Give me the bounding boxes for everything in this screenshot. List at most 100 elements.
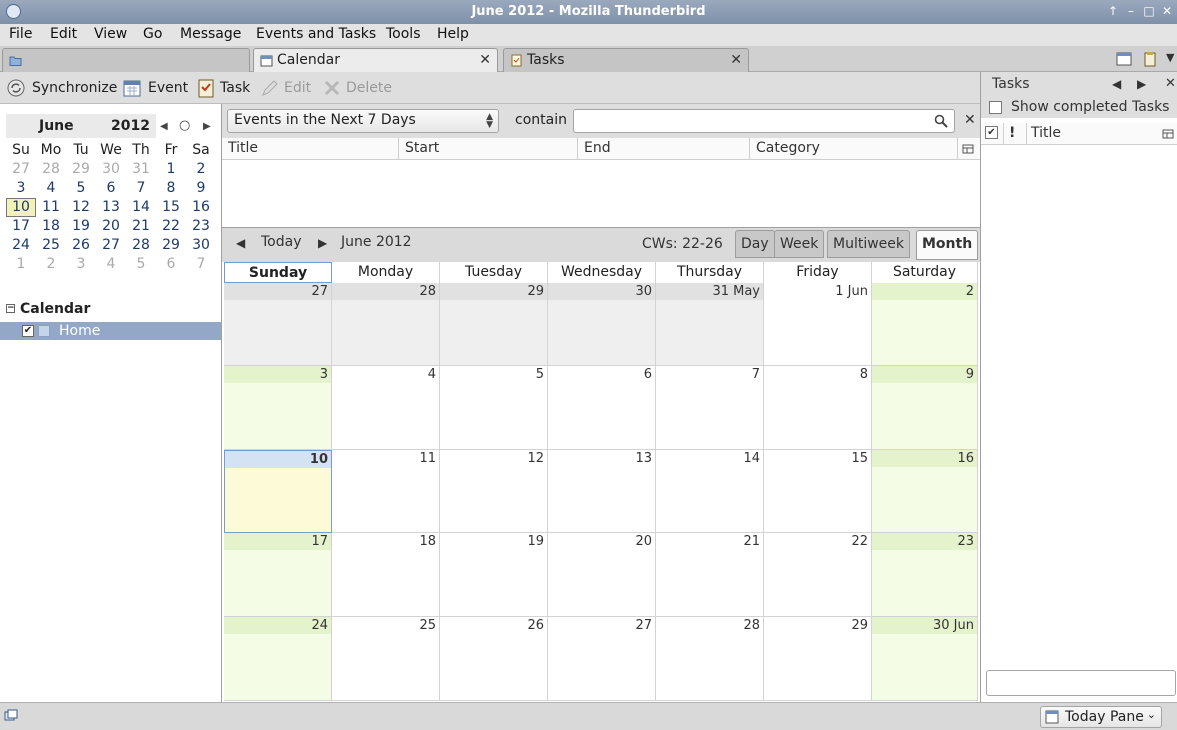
mini-month-day[interactable]: 24 bbox=[6, 236, 36, 255]
mini-month-day[interactable]: 4 bbox=[96, 255, 126, 274]
day-cell[interactable]: 9 bbox=[872, 366, 978, 450]
day-number[interactable]: 28 bbox=[419, 284, 436, 299]
calendar-item-home[interactable]: ✔ Home bbox=[0, 322, 221, 340]
mini-month-day[interactable]: 28 bbox=[126, 236, 156, 255]
day-number[interactable]: 4 bbox=[428, 367, 436, 382]
day-number[interactable]: 21 bbox=[743, 534, 760, 549]
day-number[interactable]: 15 bbox=[851, 451, 868, 466]
mini-month-day[interactable]: 22 bbox=[156, 217, 186, 236]
day-cell[interactable]: 27 bbox=[224, 283, 332, 366]
day-cell[interactable]: 19 bbox=[440, 533, 548, 617]
mini-month-day[interactable]: 7 bbox=[126, 179, 156, 198]
mini-month-day[interactable]: 5 bbox=[66, 179, 96, 198]
menu-help[interactable]: Help bbox=[437, 26, 469, 42]
day-cell[interactable]: 29 bbox=[764, 617, 872, 701]
column-title[interactable]: Title bbox=[228, 140, 258, 156]
menu-go[interactable]: Go bbox=[143, 26, 162, 42]
day-cell-today[interactable]: 10 bbox=[224, 450, 332, 533]
view-tab-multiweek[interactable]: Multiweek bbox=[827, 230, 911, 258]
calendar-layout-icon[interactable] bbox=[1116, 51, 1132, 67]
mini-month-day[interactable]: 2 bbox=[36, 255, 66, 274]
completed-column-checkbox[interactable]: ✔ bbox=[985, 126, 998, 139]
day-cell[interactable]: 12 bbox=[440, 450, 548, 533]
day-cell[interactable]: 16 bbox=[872, 450, 978, 533]
day-number[interactable]: 24 bbox=[311, 618, 328, 633]
day-number[interactable]: 6 bbox=[644, 367, 652, 382]
mini-month-day[interactable]: 27 bbox=[6, 160, 36, 179]
mini-month-day[interactable]: 30 bbox=[96, 160, 126, 179]
day-cell[interactable]: 28 bbox=[332, 283, 440, 366]
column-category[interactable]: Category bbox=[756, 140, 820, 156]
mini-month-next-icon[interactable]: ▶ bbox=[203, 121, 211, 132]
synchronize-button[interactable]: Synchronize bbox=[6, 78, 117, 100]
mini-month-day[interactable]: 4 bbox=[36, 179, 66, 198]
day-cell[interactable]: 2 bbox=[872, 283, 978, 366]
day-number[interactable]: 1 Jun bbox=[835, 284, 868, 299]
collapse-icon[interactable]: − bbox=[6, 304, 15, 313]
day-number[interactable]: 10 bbox=[310, 452, 328, 467]
column-start[interactable]: Start bbox=[405, 140, 439, 156]
close-window-button[interactable]: ✕ bbox=[1159, 3, 1175, 19]
day-cell[interactable]: 15 bbox=[764, 450, 872, 533]
mini-month-day[interactable]: 21 bbox=[126, 217, 156, 236]
tab-tasks[interactable]: Tasks ✕ bbox=[503, 48, 749, 72]
mini-month-day[interactable]: 3 bbox=[6, 179, 36, 198]
day-cell[interactable]: 22 bbox=[764, 533, 872, 617]
day-number[interactable]: 27 bbox=[635, 618, 652, 633]
day-number[interactable]: 31 May bbox=[712, 284, 760, 299]
mini-month-day[interactable]: 17 bbox=[6, 217, 36, 236]
day-number[interactable]: 7 bbox=[752, 367, 760, 382]
close-tasks-pane-icon[interactable]: ✕ bbox=[1165, 76, 1176, 91]
mini-month-day[interactable]: 30 bbox=[186, 236, 216, 255]
tab-calendar[interactable]: Calendar ✕ bbox=[253, 48, 498, 73]
task-clipboard-icon[interactable] bbox=[1142, 51, 1158, 67]
column-end[interactable]: End bbox=[584, 140, 611, 156]
day-cell[interactable]: 29 bbox=[440, 283, 548, 366]
mini-month-day[interactable]: 6 bbox=[156, 255, 186, 274]
day-cell[interactable]: 30 bbox=[548, 283, 656, 366]
event-filter-select[interactable]: Events in the Next 7 Days ▲ ▼ bbox=[227, 109, 499, 133]
next-period-icon[interactable]: ▶ bbox=[318, 236, 327, 250]
mini-month-day[interactable]: 28 bbox=[36, 160, 66, 179]
day-number[interactable]: 5 bbox=[536, 367, 544, 382]
day-number[interactable]: 13 bbox=[635, 451, 652, 466]
day-cell[interactable]: 8 bbox=[764, 366, 872, 450]
mini-month-day[interactable]: 3 bbox=[66, 255, 96, 274]
day-cell[interactable]: 28 bbox=[656, 617, 764, 701]
mini-month-day[interactable]: 31 bbox=[126, 160, 156, 179]
mini-month-today-icon[interactable]: ○ bbox=[179, 118, 190, 133]
tab-list-chevron-down-icon[interactable]: ▼ bbox=[1166, 51, 1174, 64]
task-title-column[interactable]: Title bbox=[1031, 125, 1061, 141]
menu-tools[interactable]: Tools bbox=[386, 26, 421, 42]
event-list[interactable] bbox=[222, 160, 980, 228]
day-cell[interactable]: 13 bbox=[548, 450, 656, 533]
day-number[interactable]: 29 bbox=[851, 618, 868, 633]
mini-month-day[interactable]: 18 bbox=[36, 217, 66, 236]
mini-month-day-today[interactable]: 10 bbox=[6, 198, 36, 217]
mini-month-day[interactable]: 8 bbox=[156, 179, 186, 198]
day-cell[interactable]: 27 bbox=[548, 617, 656, 701]
menu-message[interactable]: Message bbox=[180, 26, 241, 42]
mini-month-prev-icon[interactable]: ◀ bbox=[160, 121, 168, 132]
day-number[interactable]: 9 bbox=[966, 367, 974, 382]
day-number[interactable]: 20 bbox=[635, 534, 652, 549]
new-event-button[interactable]: Event bbox=[122, 78, 188, 100]
day-cell[interactable]: 20 bbox=[548, 533, 656, 617]
mini-month-day[interactable]: 19 bbox=[66, 217, 96, 236]
mini-month-day[interactable]: 1 bbox=[156, 160, 186, 179]
day-cell[interactable]: 26 bbox=[440, 617, 548, 701]
day-cell[interactable]: 3 bbox=[224, 366, 332, 450]
day-number[interactable]: 8 bbox=[860, 367, 868, 382]
view-tab-week[interactable]: Week bbox=[774, 230, 825, 258]
new-task-button[interactable]: Task bbox=[196, 78, 252, 100]
day-number[interactable]: 28 bbox=[743, 618, 760, 633]
day-cell[interactable]: 4 bbox=[332, 366, 440, 450]
mini-month-day[interactable]: 20 bbox=[96, 217, 126, 236]
keep-above-button[interactable]: ↑ bbox=[1105, 3, 1121, 19]
mini-month-name[interactable]: June bbox=[39, 118, 74, 134]
day-number[interactable]: 22 bbox=[851, 534, 868, 549]
day-number[interactable]: 14 bbox=[743, 451, 760, 466]
quick-add-task-input[interactable] bbox=[986, 670, 1176, 696]
day-cell[interactable]: 25 bbox=[332, 617, 440, 701]
mini-month-day[interactable]: 12 bbox=[66, 198, 96, 217]
